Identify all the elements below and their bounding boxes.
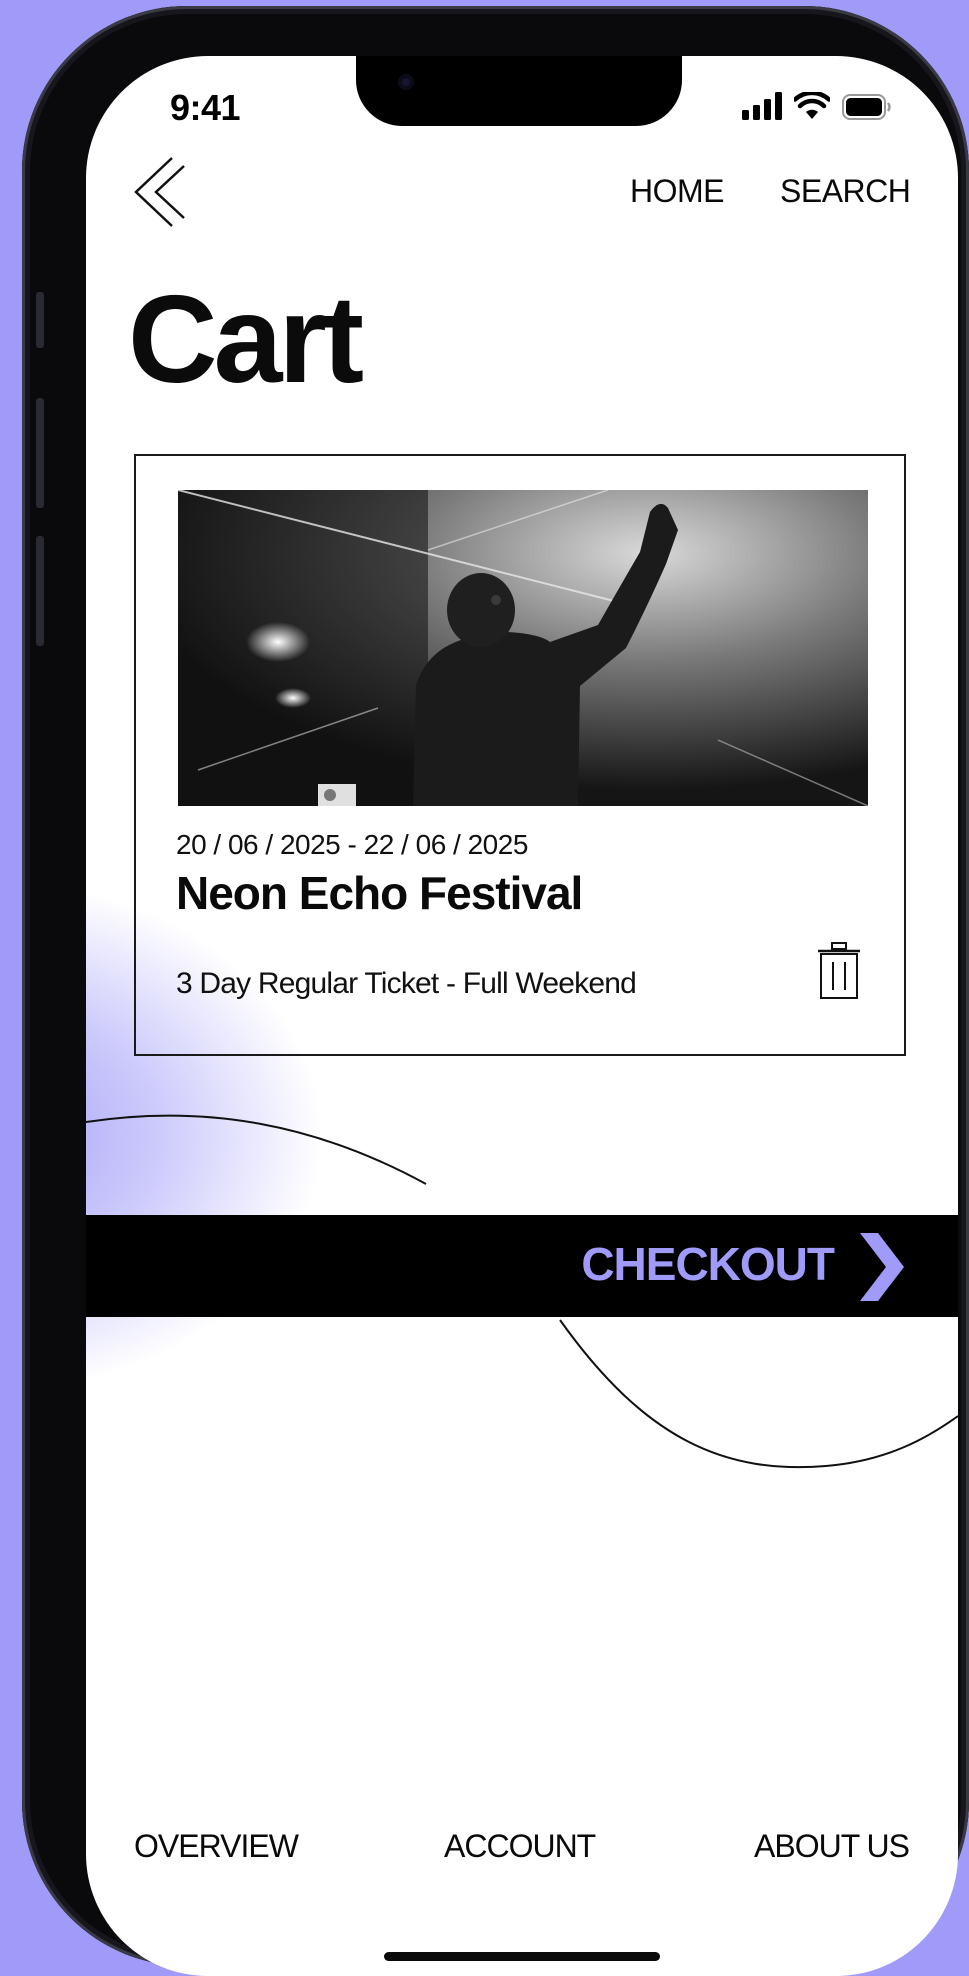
chevron-right-icon[interactable] [852, 1233, 912, 1301]
mute-switch [36, 292, 44, 348]
cart-item-card[interactable]: 20 / 06 / 2025 - 22 / 06 / 2025 Neon Ech… [134, 454, 906, 1056]
event-image [178, 490, 868, 806]
status-time: 9:41 [170, 87, 241, 128]
tab-account[interactable]: ACCOUNT [444, 1828, 596, 1865]
status-bar: 9:41 [86, 56, 958, 146]
trash-icon[interactable] [816, 942, 862, 1000]
event-name: Neon Echo Festival [176, 867, 583, 919]
signal-icon [742, 92, 782, 120]
event-dates: 20 / 06 / 2025 - 22 / 06 / 2025 [176, 829, 528, 860]
checkout-button[interactable]: CHECKOUT [581, 1237, 835, 1291]
back-chevron-icon[interactable] [132, 156, 192, 228]
phone-frame: 9:41 HOME SEARCH Cart 20 / 06 / 2025 - 2… [22, 6, 969, 1976]
nav-search-link[interactable]: SEARCH [780, 173, 911, 210]
tab-about-us[interactable]: ABOUT US [754, 1828, 910, 1865]
status-icons [742, 86, 892, 120]
wifi-icon [794, 92, 830, 119]
page-title: Cart [128, 271, 364, 409]
bottom-tab-bar: OVERVIEW ACCOUNT ABOUT US [86, 1828, 958, 1878]
volume-up-button [36, 398, 44, 508]
tab-overview[interactable]: OVERVIEW [134, 1828, 299, 1865]
ticket-type: 3 Day Regular Ticket - Full Weekend [176, 967, 637, 1000]
event-photo [178, 490, 868, 806]
screen: 9:41 HOME SEARCH Cart 20 / 06 / 2025 - 2… [86, 56, 958, 1976]
nav-home-link[interactable]: HOME [630, 173, 725, 210]
checkout-bar[interactable]: CHECKOUT [86, 1215, 958, 1317]
volume-down-button [36, 536, 44, 646]
home-indicator[interactable] [384, 1952, 660, 1961]
battery-icon [842, 94, 891, 120]
